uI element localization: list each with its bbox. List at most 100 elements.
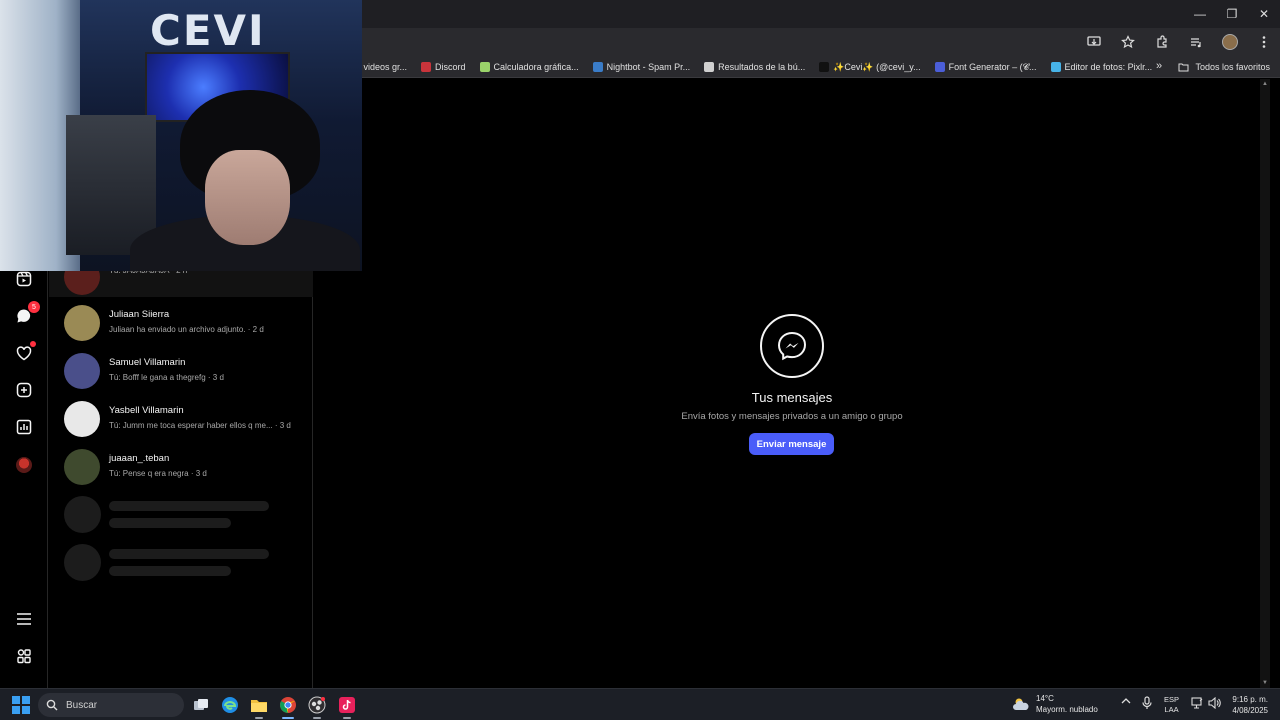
file-explorer-icon[interactable] [248,694,270,719]
threads-apps-icon[interactable] [14,646,34,666]
send-message-button[interactable]: Enviar mensaje [749,433,834,455]
weather-temperature: 14°C [1036,694,1054,703]
loading-avatar-placeholder [64,544,101,581]
bookmark-favicon-icon [479,62,490,72]
screen: — ❐ ✕ r videos gr... Discord Calculadora… [0,0,1280,720]
extensions-icon[interactable] [1152,32,1172,52]
bookmark-label: Calculadora gráfica... [493,62,579,72]
bookmark-favicon-icon [934,62,945,72]
close-button[interactable]: ✕ [1248,0,1280,28]
messages-icon[interactable]: 5 [14,301,40,326]
page-scrollbar[interactable]: ▲ ▼ [1260,79,1270,688]
cloudy-weather-icon [1013,698,1029,710]
bookmark-item[interactable]: Calculadora gráfica... [479,62,579,72]
conversation-name: juaaan_.teban [109,453,170,464]
bookmark-favicon-icon [421,62,432,72]
volume-icon[interactable] [1208,696,1221,712]
obs-studio-icon[interactable] [306,694,328,719]
tiktok-live-icon[interactable] [336,694,358,719]
conversation-item[interactable]: Samuel Villamarin Tú: Bofff le gana a the… [64,351,304,391]
edge-browser-icon[interactable] [219,694,241,716]
bookmark-label: ✨Cevi✨ (@cevi_y... [833,61,921,72]
running-indicator [343,717,351,719]
loading-line-placeholder [109,566,231,576]
taskbar: 14°C Mayorm. nublado ESP LAA 9:16 p. m. … [0,688,1280,720]
conversation-name: Juliaan Siierra [109,309,170,320]
weather-description: Mayorm. nublado [1036,705,1098,714]
conversation-preview: Tú: Pense q era negra · 3 d [109,469,207,478]
taskbar-search[interactable] [38,693,184,717]
folder-icon [1178,63,1189,72]
notification-dot [30,341,36,347]
reels-icon[interactable] [14,269,34,289]
webcam-sign: CEVI [150,6,266,55]
bookmark-item[interactable]: Nightbot - Spam Pr... [592,62,691,72]
bookmark-star-icon[interactable] [1118,32,1138,52]
running-indicator [313,717,321,719]
bookmark-item[interactable]: Font Generator – (𝓒... [934,61,1037,73]
notifications-heart-icon[interactable] [14,341,36,363]
menu-hamburger-icon[interactable] [14,609,34,629]
language-code: ESP [1164,695,1180,704]
bookmark-label: Resultados de la bú... [718,62,806,72]
input-language-indicator[interactable]: ESP LAA [1164,695,1179,715]
microphone-icon[interactable] [1142,696,1152,713]
conversation-avatar [64,449,100,485]
conversation-item[interactable]: juaaan_.teban Tú: Pense q era negra · 3 d [64,447,304,487]
bookmark-label: r videos gr... [358,62,408,72]
bookmark-item[interactable]: Discord [421,62,466,72]
conversation-item[interactable]: Yasbell Villamarin Tú: Jumm me toca esper… [64,399,304,439]
active-indicator [282,717,294,719]
conversation-preview: Tú: Jumm me toca esperar haber ellos q m… [109,421,291,430]
more-menu-icon[interactable] [1254,32,1274,52]
task-view-icon[interactable] [190,694,212,716]
search-icon [46,699,58,711]
bookmark-favicon-icon [704,62,715,72]
empty-state-title: Tus mensajes [751,390,833,405]
bookmarks-overflow-button[interactable]: » [1156,60,1162,72]
messages-empty-state: Tus mensajes Envía fotos y mensajes priv… [314,79,1270,688]
conversation-name: Yasbell Villamarin [109,405,184,416]
running-indicator [255,717,263,719]
scroll-down-arrow-icon[interactable]: ▼ [1262,680,1268,686]
bookmark-item[interactable]: Editor de fotos: Pixlr... [1050,62,1153,72]
bookmark-label: Font Generator – (𝓒... [948,61,1037,72]
bookmark-label: Discord [435,62,466,72]
scroll-up-arrow-icon[interactable]: ▲ [1262,81,1268,87]
create-post-icon[interactable] [14,380,34,400]
minimize-button[interactable]: — [1184,0,1216,28]
all-bookmarks-label: Todos los favoritos [1195,62,1270,72]
loading-avatar-placeholder [64,496,101,533]
clock-date: 4/08/2025 [1232,706,1268,715]
bookmark-label: Editor de fotos: Pixlr... [1064,62,1153,72]
dashboard-icon[interactable] [14,417,34,437]
media-controls-icon[interactable] [1186,32,1206,52]
network-icon[interactable] [1191,697,1203,712]
profile-avatar-icon[interactable] [1220,32,1240,52]
system-clock[interactable]: 9:16 p. m. 4/08/2025 [1226,694,1268,716]
toolbar-icons [1084,32,1274,52]
install-app-icon[interactable] [1084,32,1104,52]
bookmark-item[interactable]: ✨Cevi✨ (@cevi_y... [819,61,921,73]
bookmark-item[interactable]: Resultados de la bú... [704,62,805,72]
keyboard-layout-code: LAA [1164,705,1179,714]
taskbar-search-input[interactable] [66,699,156,711]
all-bookmarks-button[interactable]: Todos los favoritos [1178,56,1270,78]
chrome-browser-icon[interactable] [277,694,299,719]
conversation-item[interactable]: Juliaan Siierra Juliaan ha enviado un arc… [64,303,304,343]
loading-line-placeholder [109,501,269,511]
window-controls: — ❐ ✕ [1184,0,1280,28]
profile-avatar[interactable] [14,455,34,475]
bookmark-item[interactable]: r videos gr... [358,62,407,72]
bookmark-label: Nightbot - Spam Pr... [606,62,691,72]
messages-badge: 5 [28,301,40,313]
bookmark-favicon-icon [592,62,603,72]
weather-widget[interactable]: 14°C Mayorm. nublado [1012,693,1098,715]
show-hidden-icons-chevron-up-icon[interactable] [1121,697,1131,708]
webcam-person-face [205,150,290,245]
conversation-preview: Tú: Bofff le gana a thegrefg · 3 d [109,373,224,382]
conversation-avatar [64,401,100,437]
messenger-icon [760,314,824,378]
restore-button[interactable]: ❐ [1216,0,1248,28]
windows-start-icon[interactable] [12,696,30,714]
